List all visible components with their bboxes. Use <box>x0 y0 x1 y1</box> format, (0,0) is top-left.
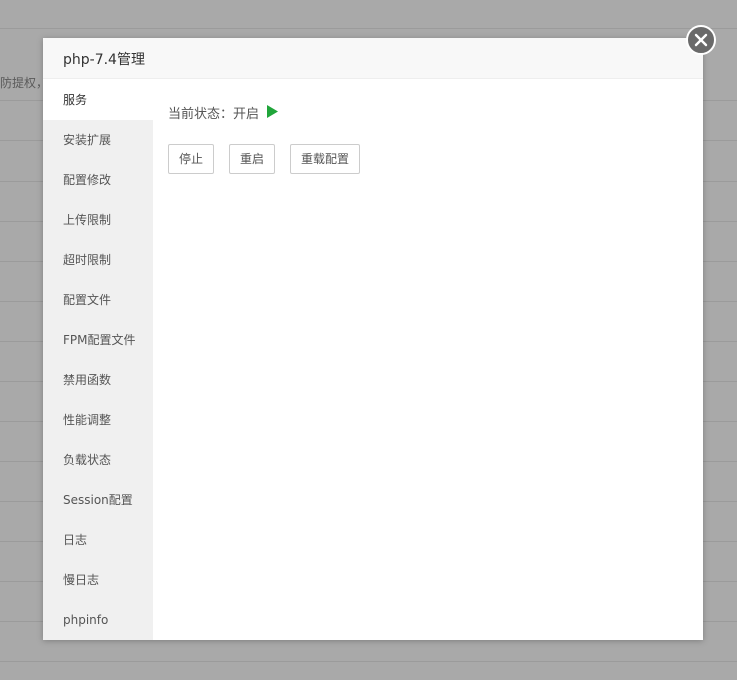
sidebar-item-session-config[interactable]: Session配置 <box>43 480 153 520</box>
sidebar-item-phpinfo[interactable]: phpinfo <box>43 600 153 640</box>
sidebar-item-install-extension[interactable]: 安装扩展 <box>43 120 153 160</box>
sidebar-item-performance-tuning[interactable]: 性能调整 <box>43 400 153 440</box>
sidebar-item-slow-log[interactable]: 慢日志 <box>43 560 153 600</box>
stop-button[interactable]: 停止 <box>168 144 214 174</box>
background-partial-text: 防提权， <box>0 76 49 90</box>
sidebar-item-fpm-config-file[interactable]: FPM配置文件 <box>43 320 153 360</box>
close-button[interactable] <box>686 25 716 55</box>
reload-config-button[interactable]: 重载配置 <box>290 144 360 174</box>
background-divider <box>0 28 737 29</box>
sidebar-item-load-status[interactable]: 负载状态 <box>43 440 153 480</box>
status-label: 当前状态： <box>168 107 234 122</box>
php-manager-dialog: php-7.4管理 服务 安装扩展 配置修改 上传限制 超时限制 配置文件 FP… <box>43 38 703 640</box>
sidebar-item-upload-limit[interactable]: 上传限制 <box>43 200 153 240</box>
sidebar: 服务 安装扩展 配置修改 上传限制 超时限制 配置文件 FPM配置文件 禁用函数… <box>43 80 153 640</box>
service-status: 当前状态：开启 <box>168 105 279 125</box>
sidebar-item-service[interactable]: 服务 <box>43 80 153 120</box>
background-divider <box>0 661 737 662</box>
play-icon <box>267 105 279 125</box>
sidebar-item-config-edit[interactable]: 配置修改 <box>43 160 153 200</box>
close-icon <box>694 33 708 47</box>
dialog-header: php-7.4管理 <box>43 38 703 79</box>
sidebar-item-disabled-functions[interactable]: 禁用函数 <box>43 360 153 400</box>
service-panel: 当前状态：开启 停止 重启 重载配置 <box>153 80 703 640</box>
sidebar-item-config-file[interactable]: 配置文件 <box>43 280 153 320</box>
status-value: 开启 <box>233 107 260 122</box>
sidebar-item-log[interactable]: 日志 <box>43 520 153 560</box>
sidebar-item-timeout-limit[interactable]: 超时限制 <box>43 240 153 280</box>
restart-button[interactable]: 重启 <box>229 144 275 174</box>
dialog-title: php-7.4管理 <box>63 52 145 68</box>
